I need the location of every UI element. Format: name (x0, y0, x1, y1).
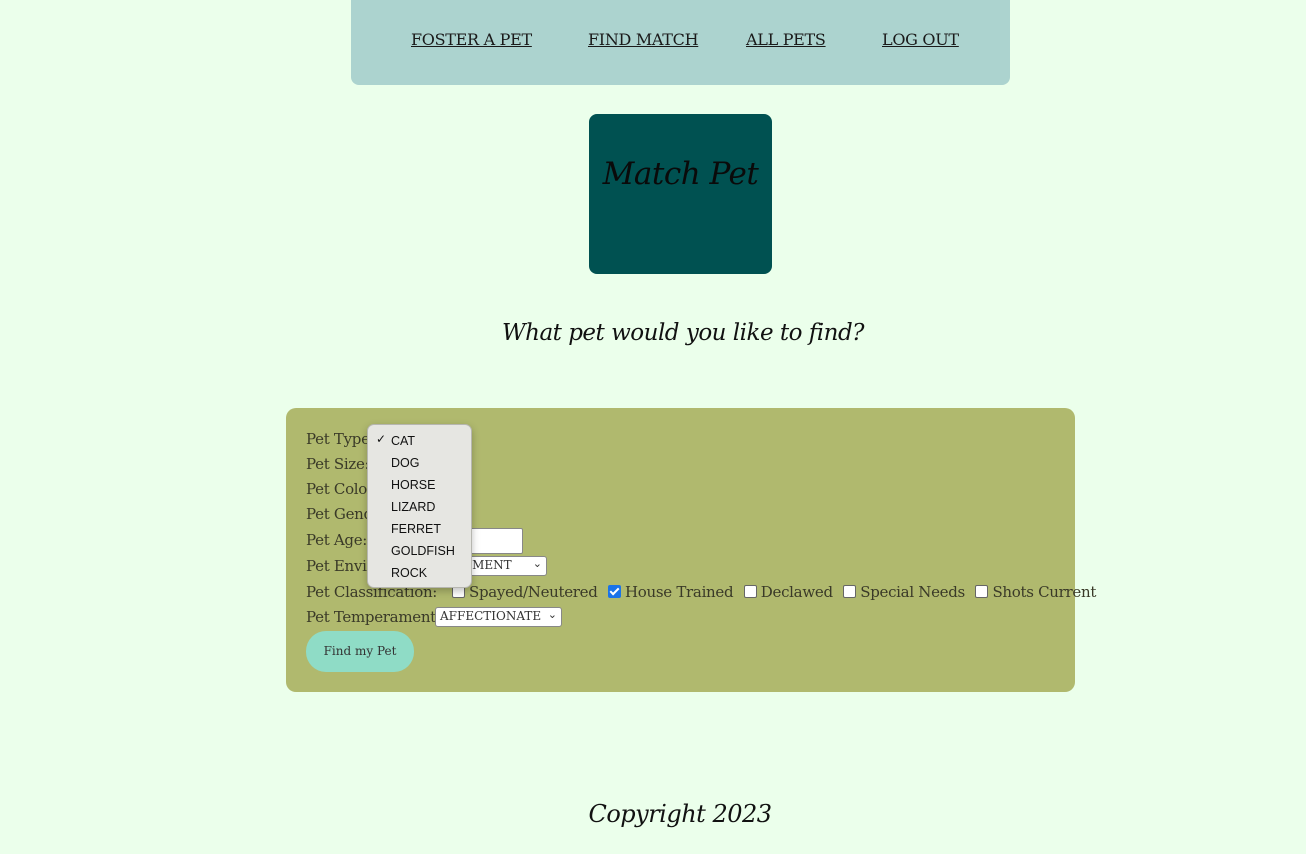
pet-type-row: Pet Type: (306, 430, 375, 448)
checkmark-icon: ✓ (376, 432, 387, 446)
pet-size-row: Pet Size: (306, 455, 370, 473)
special-needs-checkbox[interactable] (843, 584, 857, 598)
pet-temperament-label: Pet Temperament: (306, 608, 441, 626)
classification-house-trained[interactable]: House Trained (608, 583, 734, 601)
nav-all-pets[interactable]: ALL PETS (746, 30, 826, 49)
pet-size-label: Pet Size: (306, 455, 370, 473)
pet-type-label: Pet Type: (306, 430, 375, 448)
declawed-checkbox[interactable] (743, 584, 757, 598)
page-title: Match Pet (602, 156, 759, 192)
classification-spayed[interactable]: Spayed/Neutered (452, 583, 598, 601)
dropdown-option-lizard[interactable]: LIZARD (391, 500, 435, 514)
chevron-down-icon: ⌄ (532, 557, 542, 570)
nav-log-out[interactable]: LOG OUT (882, 30, 959, 49)
find-my-pet-button[interactable]: Find my Pet (306, 631, 414, 672)
pet-temperament-value: AFFECTIONATE (440, 609, 542, 623)
dropdown-option-horse[interactable]: HORSE (391, 478, 435, 492)
pet-age-label: Pet Age: (306, 531, 368, 549)
pet-age-row: Pet Age: (306, 531, 367, 549)
chevron-down-icon: ⌄ (547, 608, 557, 621)
house-trained-checkbox[interactable] (608, 584, 622, 598)
form-heading: What pet would you like to find? (501, 320, 865, 346)
hero-banner: Match Pet (589, 114, 772, 274)
pet-type-dropdown[interactable]: ✓ CAT DOG HORSE LIZARD FERRET GOLDFISH R… (367, 424, 472, 588)
top-nav: FOSTER A PET FIND MATCH ALL PETS LOG OUT (351, 0, 1010, 85)
dropdown-option-ferret[interactable]: FERRET (391, 522, 441, 536)
copyright-footer: Copyright 2023 (588, 800, 772, 828)
classification-special-needs[interactable]: Special Needs (843, 583, 965, 601)
nav-find-match[interactable]: FIND MATCH (588, 30, 699, 49)
shots-current-checkbox[interactable] (975, 584, 989, 598)
dropdown-option-goldfish[interactable]: GOLDFISH (391, 544, 455, 558)
classification-declawed[interactable]: Declawed (743, 583, 833, 601)
pet-temperament-row: Pet Temperament: (306, 608, 441, 626)
pet-temperament-select[interactable]: AFFECTIONATE ⌄ (435, 607, 562, 627)
dropdown-option-dog[interactable]: DOG (391, 456, 419, 470)
nav-foster-a-pet[interactable]: FOSTER A PET (411, 30, 532, 49)
classification-shots-current[interactable]: Shots Current (975, 583, 1096, 601)
dropdown-option-cat[interactable]: CAT (391, 434, 415, 448)
dropdown-option-rock[interactable]: ROCK (391, 566, 427, 580)
